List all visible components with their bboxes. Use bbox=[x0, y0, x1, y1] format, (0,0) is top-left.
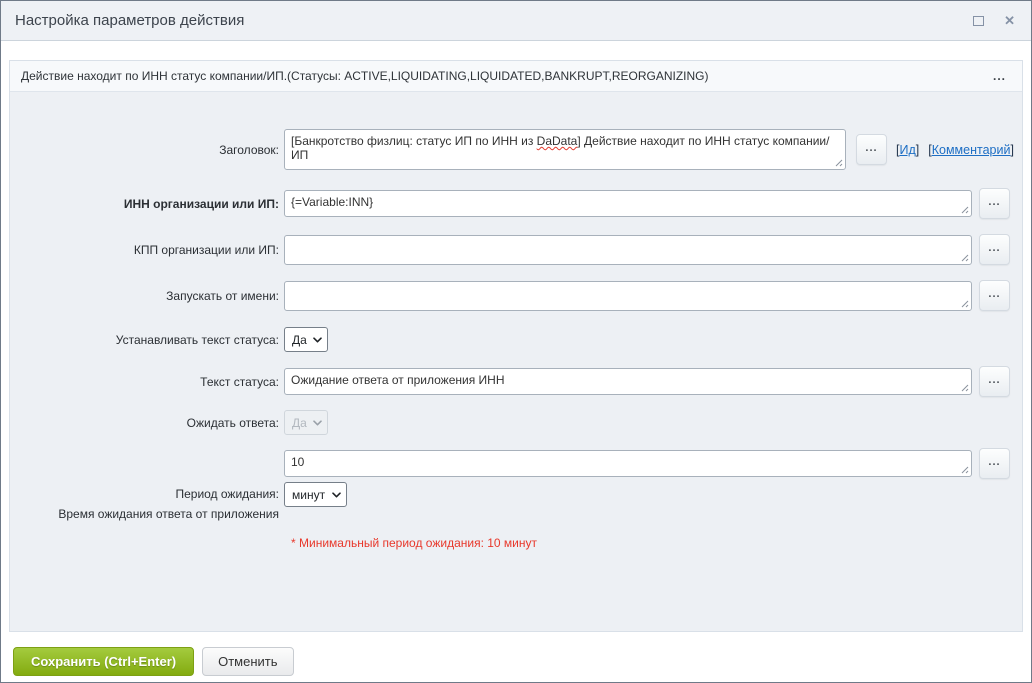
wait-period-label: Период ожидания: Время ожидания ответа о… bbox=[10, 482, 284, 522]
dialog-titlebar: Настройка параметров действия ✕ bbox=[1, 1, 1031, 41]
status-text-more-button[interactable]: ... bbox=[979, 366, 1010, 397]
panel-menu-icon[interactable]: ... bbox=[991, 69, 1008, 83]
form-body: Заголовок: [Банкротство физлиц: статус И… bbox=[10, 92, 1022, 550]
row-inn: ИНН организации или ИП: {=Variable:INN} … bbox=[10, 188, 1022, 219]
action-description-text: Действие находит по ИНН статус компании/… bbox=[21, 69, 709, 83]
close-icon[interactable]: ✕ bbox=[1004, 14, 1015, 27]
row-set-status: Устанавливать текст статуса: Да bbox=[10, 327, 1022, 352]
resize-grip-icon[interactable] bbox=[961, 384, 969, 392]
resize-grip-icon[interactable] bbox=[835, 159, 843, 167]
resize-grip-icon[interactable] bbox=[961, 300, 969, 308]
wait-period-select[interactable]: минут bbox=[284, 482, 347, 507]
wait-answer-select-wrap: Да bbox=[284, 410, 328, 435]
comment-link[interactable]: [Комментарий] bbox=[928, 143, 1014, 157]
title-more-button[interactable]: ... bbox=[856, 134, 887, 165]
row-run-as: Запускать от имени: ... bbox=[10, 280, 1022, 311]
row-wait-answer: Ожидать ответа: Да bbox=[10, 410, 1022, 435]
title-value-misspelled: DaData bbox=[537, 134, 578, 148]
status-text-input[interactable]: Ожидание ответа от приложения ИНН bbox=[284, 368, 972, 395]
inn-more-button[interactable]: ... bbox=[979, 188, 1010, 219]
save-button[interactable]: Сохранить (Ctrl+Enter) bbox=[13, 647, 194, 676]
wait-period-label-line2: Время ожидания ответа от приложения bbox=[10, 507, 279, 522]
wait-answer-select: Да bbox=[284, 410, 328, 435]
inn-label: ИНН организации или ИП: bbox=[10, 197, 284, 211]
id-link[interactable]: [Ид] bbox=[896, 143, 919, 157]
dialog-footer: Сохранить (Ctrl+Enter) Отменить bbox=[1, 647, 1031, 676]
run-as-input[interactable] bbox=[284, 281, 972, 311]
wait-value-input[interactable]: 10 bbox=[284, 450, 972, 477]
comment-link-text[interactable]: Комментарий bbox=[932, 143, 1011, 157]
wait-period-label-line1: Период ожидания: bbox=[10, 482, 279, 507]
dialog-title: Настройка параметров действия bbox=[15, 12, 244, 29]
row-status-text: Текст статуса: Ожидание ответа от прилож… bbox=[10, 366, 1022, 397]
set-status-select-wrap: Да bbox=[284, 327, 328, 352]
resize-grip-icon[interactable] bbox=[961, 466, 969, 474]
status-text-value: Ожидание ответа от приложения ИНН bbox=[291, 373, 504, 387]
kpp-input[interactable] bbox=[284, 235, 972, 265]
kpp-label: КПП организации или ИП: bbox=[10, 243, 284, 257]
window-controls: ✕ bbox=[973, 14, 1015, 27]
resize-grip-icon[interactable] bbox=[961, 254, 969, 262]
kpp-more-button[interactable]: ... bbox=[979, 234, 1010, 265]
id-link-text[interactable]: Ид bbox=[899, 143, 915, 157]
run-as-label: Запускать от имени: bbox=[10, 289, 284, 303]
row-kpp: КПП организации или ИП: ... bbox=[10, 234, 1022, 265]
row-wait-value: 10 ... bbox=[10, 448, 1022, 479]
status-text-label: Текст статуса: bbox=[10, 375, 284, 389]
min-period-note: * Минимальный период ожидания: 10 минут bbox=[291, 536, 1022, 550]
row-wait-period: Период ожидания: Время ожидания ответа о… bbox=[10, 482, 1022, 522]
dialog-window: Настройка параметров действия ✕ Действие… bbox=[0, 0, 1032, 683]
action-description-header: Действие находит по ИНН статус компании/… bbox=[10, 61, 1022, 92]
row-title: Заголовок: [Банкротство физлиц: статус И… bbox=[10, 129, 1022, 170]
set-status-label: Устанавливать текст статуса: bbox=[10, 333, 284, 347]
inn-input[interactable]: {=Variable:INN} bbox=[284, 190, 972, 217]
action-settings-panel: Действие находит по ИНН статус компании/… bbox=[9, 60, 1023, 632]
resize-grip-icon[interactable] bbox=[961, 206, 969, 214]
inn-value: {=Variable:INN} bbox=[291, 195, 373, 209]
wait-answer-label: Ожидать ответа: bbox=[10, 416, 284, 430]
wait-period-select-wrap: минут bbox=[284, 482, 347, 507]
set-status-select[interactable]: Да bbox=[284, 327, 328, 352]
wait-value: 10 bbox=[291, 455, 304, 469]
title-input[interactable]: [Банкротство физлиц: статус ИП по ИНН из… bbox=[284, 129, 846, 170]
wait-value-more-button[interactable]: ... bbox=[979, 448, 1010, 479]
maximize-icon[interactable] bbox=[973, 16, 984, 26]
run-as-more-button[interactable]: ... bbox=[979, 280, 1010, 311]
cancel-button[interactable]: Отменить bbox=[202, 647, 293, 676]
title-label: Заголовок: bbox=[10, 143, 284, 157]
title-value-part1: [Банкротство физлиц: статус ИП по ИНН из bbox=[291, 134, 537, 148]
